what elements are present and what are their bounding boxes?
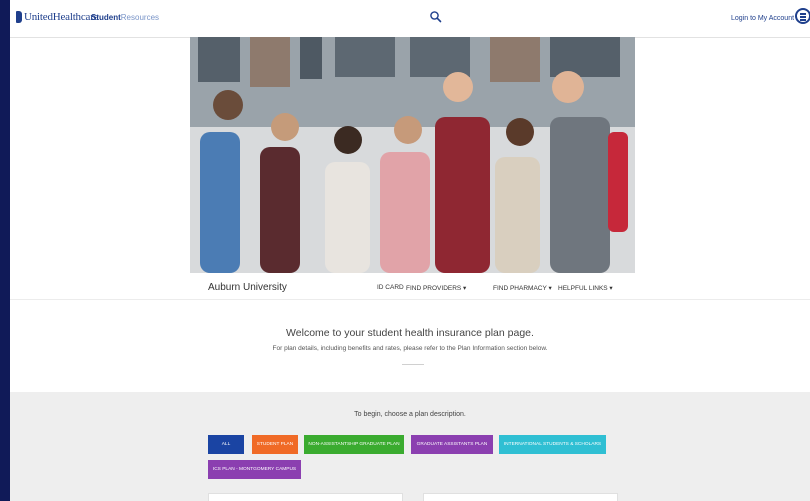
plan-button-all[interactable]: ALL (208, 435, 244, 454)
sub-navigation: Auburn University ID CARD FIND PROVIDERS… (190, 273, 635, 299)
hero-image (190, 37, 635, 273)
plan-card (208, 493, 403, 501)
nav-id-card[interactable]: ID CARD (377, 284, 404, 291)
welcome-title: Welcome to your student health insurance… (286, 327, 534, 339)
logo-mark-icon (16, 11, 22, 23)
plan-button-student-plan[interactable]: STUDENT PLAN (252, 435, 298, 454)
product-name-part1: Student (91, 13, 121, 22)
nav-find-pharmacy[interactable]: FIND PHARMACY ▾ (493, 284, 552, 292)
plan-prompt: To begin, choose a plan description. (354, 411, 466, 418)
plan-button-non-assistantship[interactable]: NON-ASSISTANTSHIP GRADUATE PLAN (304, 435, 404, 454)
students-photo (190, 37, 635, 273)
plan-button-international[interactable]: INTERNATIONAL STUDENTS & SCHOLARS (499, 435, 606, 454)
unitedhealthcare-logo[interactable]: UnitedHealthcare (16, 11, 99, 23)
plan-button-graduate-assistants[interactable]: GRADUATE ASSISTANTS PLAN (411, 435, 493, 454)
welcome-subtitle: For plan details, including benefits and… (272, 345, 548, 352)
product-name-part2: Resources (120, 13, 160, 22)
menu-icon[interactable] (795, 8, 810, 24)
product-name[interactable]: StudentResources (91, 13, 159, 22)
divider (402, 364, 424, 365)
nav-helpful-links[interactable]: HELPFUL LINKS ▾ (558, 284, 613, 292)
logo-text: UnitedHealthcare (24, 11, 99, 23)
page: UnitedHealthcare StudentResources Login … (10, 0, 810, 501)
login-link[interactable]: Login to My Account (731, 15, 794, 22)
nav-find-providers[interactable]: FIND PROVIDERS ▾ (406, 284, 466, 292)
university-name: Auburn University (208, 282, 287, 293)
plan-button-ics-montgomery[interactable]: ICS PLAN - MONTGOMERY CAMPUS (208, 460, 301, 479)
divider (10, 299, 810, 300)
site-header: UnitedHealthcare StudentResources Login … (10, 0, 810, 38)
plan-selection-section: To begin, choose a plan description. ALL… (10, 392, 810, 501)
plan-card (423, 493, 618, 501)
search-icon[interactable] (429, 10, 443, 24)
